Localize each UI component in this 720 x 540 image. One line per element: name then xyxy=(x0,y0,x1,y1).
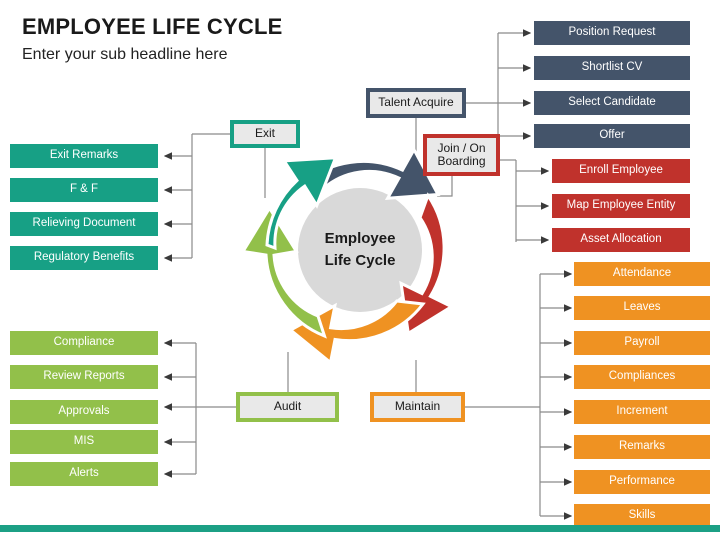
item-mis[interactable]: MIS xyxy=(10,430,158,454)
hub-audit-label: Audit xyxy=(273,399,302,414)
hub-join-on-boarding-label: Join / On Boarding xyxy=(437,140,486,168)
item-compliances[interactable]: Compliances xyxy=(574,365,710,389)
item-approvals[interactable]: Approvals xyxy=(10,400,158,424)
item-attendance[interactable]: Attendance xyxy=(574,262,710,286)
item-regulatory-benefits[interactable]: Regulatory Benefits xyxy=(10,246,158,270)
item-relieving-document[interactable]: Relieving Document xyxy=(10,212,158,236)
hub-maintain[interactable]: Maintain xyxy=(370,392,465,422)
item-select-candidate[interactable]: Select Candidate xyxy=(534,91,690,115)
hub-audit[interactable]: Audit xyxy=(236,392,339,422)
item-alerts[interactable]: Alerts xyxy=(10,462,158,486)
item-payroll[interactable]: Payroll xyxy=(574,331,710,355)
hub-exit-label: Exit xyxy=(254,126,275,141)
item-map-employee-entity[interactable]: Map Employee Entity xyxy=(552,194,690,218)
item-shortlist-cv[interactable]: Shortlist CV xyxy=(534,56,690,80)
item-asset-allocation[interactable]: Asset Allocation xyxy=(552,228,690,252)
item-offer[interactable]: Offer xyxy=(534,124,690,148)
hub-talent-acquire-label: Talent Acquire xyxy=(378,95,454,110)
item-compliance[interactable]: Compliance xyxy=(10,331,158,355)
slide-canvas: EMPLOYEE LIFE CYCLE Enter your sub headl… xyxy=(0,0,720,540)
hub-maintain-label: Maintain xyxy=(394,399,441,414)
item-increment[interactable]: Increment xyxy=(574,400,710,424)
item-remarks[interactable]: Remarks xyxy=(574,435,710,459)
item-exit-remarks[interactable]: Exit Remarks xyxy=(10,144,158,168)
hub-exit[interactable]: Exit xyxy=(230,120,300,148)
hub-join-on-boarding[interactable]: Join / On Boarding xyxy=(423,134,500,176)
bottom-accent-bar xyxy=(0,525,720,532)
item-review-reports[interactable]: Review Reports xyxy=(10,365,158,389)
item-enroll-employee[interactable]: Enroll Employee xyxy=(552,159,690,183)
item-performance[interactable]: Performance xyxy=(574,470,710,494)
item-leaves[interactable]: Leaves xyxy=(574,296,710,320)
item-f-and-f[interactable]: F & F xyxy=(10,178,158,202)
item-position-request[interactable]: Position Request xyxy=(534,21,690,45)
hub-talent-acquire[interactable]: Talent Acquire xyxy=(366,88,466,118)
